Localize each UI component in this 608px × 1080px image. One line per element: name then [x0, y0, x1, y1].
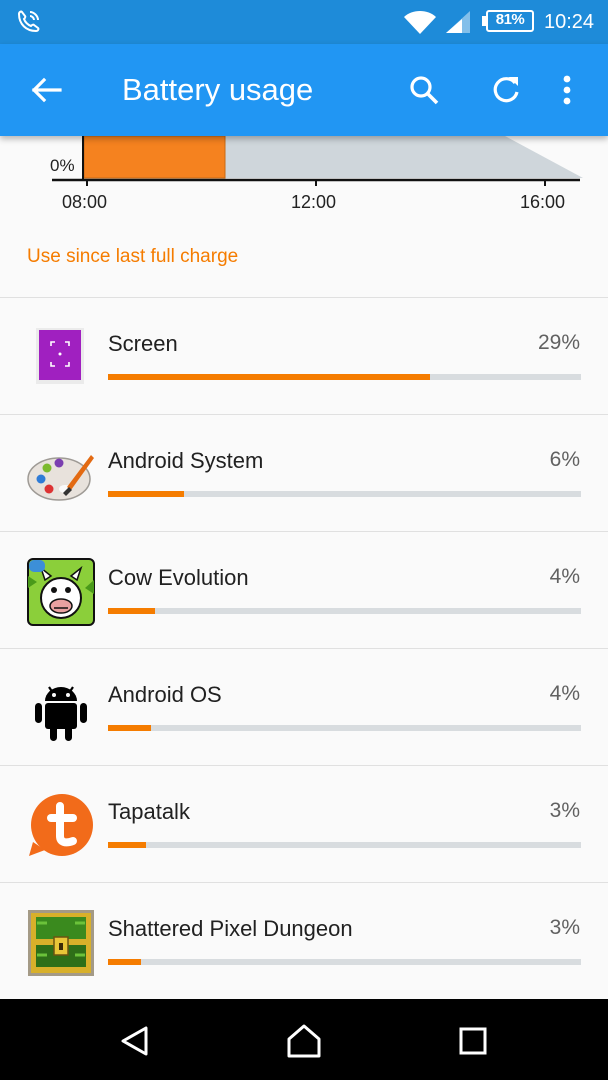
- battery-icon: 81%: [482, 10, 534, 32]
- usage-bar: [108, 374, 581, 380]
- app-name: Android System: [108, 448, 264, 473]
- y-axis-min-label: 0%: [50, 156, 75, 175]
- refresh-icon[interactable]: [484, 68, 528, 112]
- battery-chart: 0% 08:00 12:00 16:00: [0, 136, 608, 216]
- battery-percent: 81%: [495, 11, 525, 28]
- tapatalk-icon: [29, 794, 93, 856]
- phone-call-icon: [17, 10, 40, 33]
- usage-bar: [108, 608, 581, 614]
- palette-icon: [27, 455, 94, 501]
- usage-bar-fill: [108, 374, 430, 380]
- app-name: Shattered Pixel Dungeon: [108, 916, 353, 941]
- usage-area: [83, 136, 226, 179]
- list-item-screen[interactable]: Screen 29%: [0, 297, 608, 414]
- usage-bar: [108, 725, 581, 731]
- app-usage-list: Screen 29% Android System 6% Cow Evoluti…: [0, 297, 608, 999]
- signal-icon: [446, 11, 470, 33]
- android-robot-icon: [35, 686, 87, 741]
- app-name: Tapatalk: [108, 799, 190, 824]
- usage-bar-fill: [108, 959, 142, 965]
- app-percent: 6%: [549, 448, 580, 471]
- usage-bar-fill: [108, 491, 184, 497]
- app-percent: 29%: [537, 331, 580, 354]
- app-name: Screen: [108, 331, 178, 356]
- treasure-chest-icon: [28, 910, 94, 976]
- app-percent: 4%: [549, 682, 580, 705]
- section-label: Use since last full charge: [27, 246, 239, 267]
- more-vert-icon[interactable]: [552, 68, 582, 112]
- app-percent: 3%: [549, 799, 580, 822]
- wifi-icon: [404, 11, 436, 34]
- back-arrow-icon[interactable]: [22, 68, 70, 112]
- usage-bar: [108, 842, 581, 848]
- clock: 10:24: [544, 11, 595, 33]
- navigation-bar: [0, 999, 608, 1080]
- nav-home-icon[interactable]: [280, 1019, 328, 1063]
- app-name: Cow Evolution: [108, 565, 249, 590]
- search-icon[interactable]: [402, 68, 446, 112]
- usage-bar-fill: [108, 725, 151, 731]
- nav-back-icon[interactable]: [110, 1019, 158, 1063]
- app-percent: 3%: [549, 916, 580, 939]
- usage-bar-fill: [108, 842, 146, 848]
- x-tick-label: 12:00: [291, 192, 337, 212]
- status-bar: 81% 10:24: [0, 0, 608, 44]
- list-item-tapatalk[interactable]: Tapatalk 3%: [0, 765, 608, 882]
- x-tick-label: 16:00: [520, 192, 566, 212]
- list-item-android-system[interactable]: Android System 6%: [0, 414, 608, 531]
- list-item-cow-evolution[interactable]: Cow Evolution 4%: [0, 531, 608, 648]
- list-item-android-os[interactable]: Android OS 4%: [0, 648, 608, 765]
- x-tick-label: 08:00: [62, 192, 108, 212]
- app-name: Android OS: [108, 682, 222, 707]
- app-percent: 4%: [549, 565, 580, 588]
- usage-bar: [108, 491, 581, 497]
- page-title: Battery usage: [122, 72, 314, 107]
- list-item-shattered-pixel-dungeon[interactable]: Shattered Pixel Dungeon 3%: [0, 882, 608, 999]
- usage-bar-fill: [108, 608, 156, 614]
- screen-icon: [36, 328, 84, 384]
- app-bar: Battery usage: [0, 44, 608, 136]
- nav-recents-icon[interactable]: [449, 1019, 497, 1063]
- cow-evolution-icon: [27, 558, 95, 626]
- usage-bar: [108, 959, 581, 965]
